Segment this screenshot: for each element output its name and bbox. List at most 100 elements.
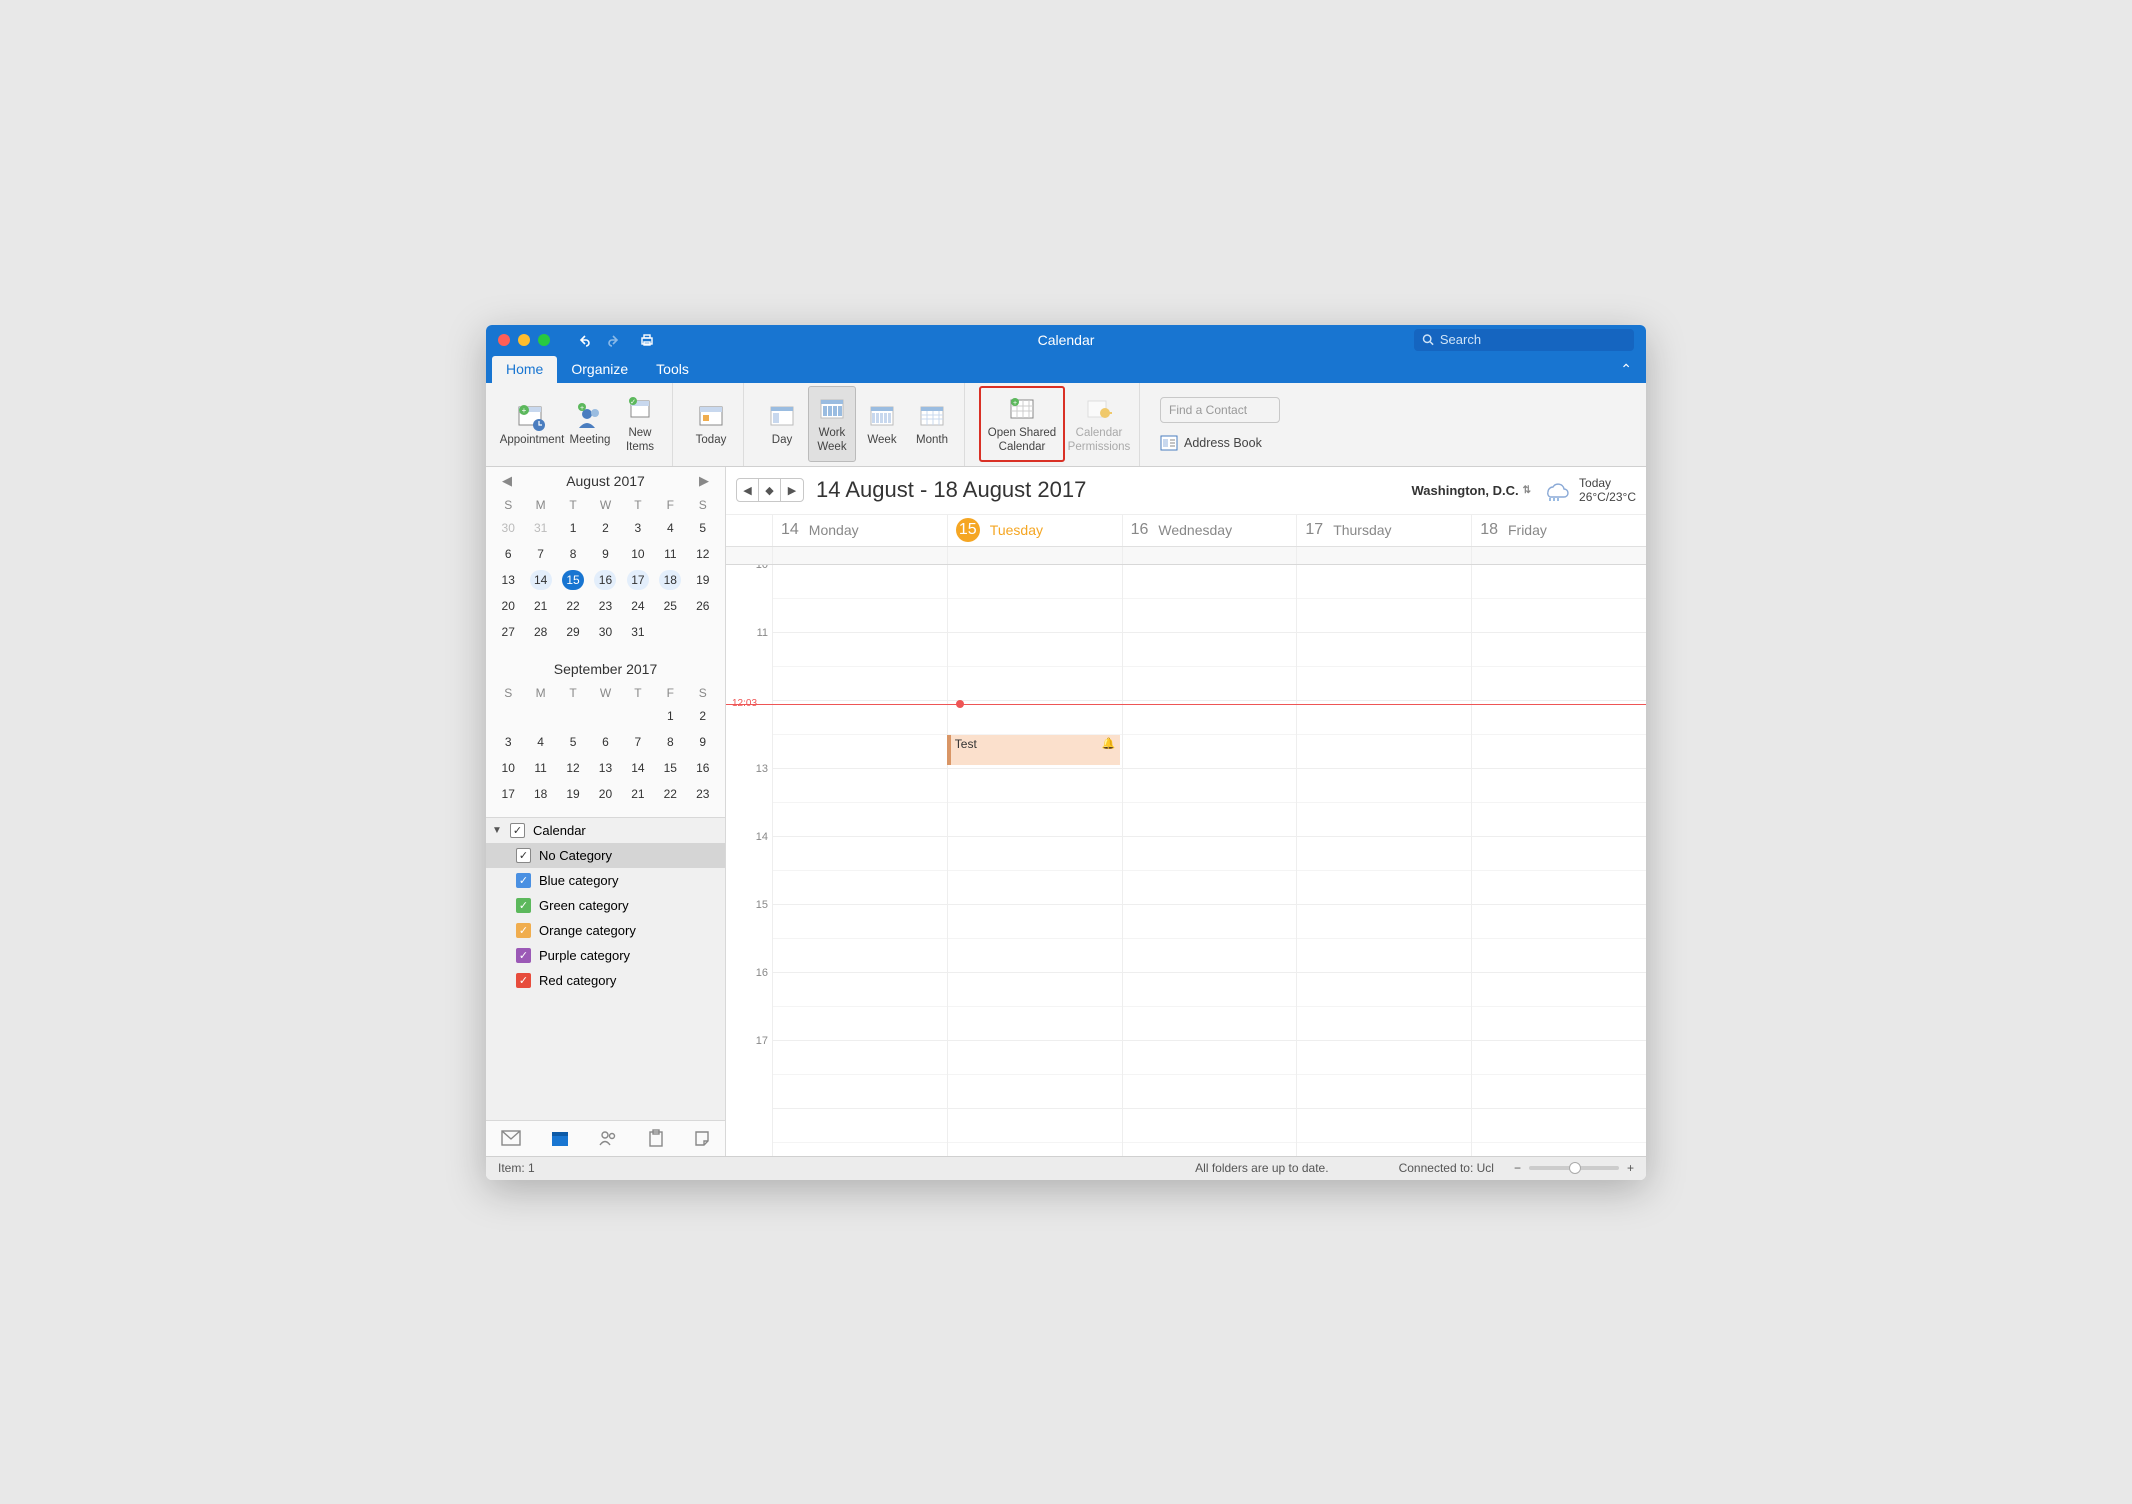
minical-day[interactable]: 20 bbox=[589, 781, 621, 807]
minical-day[interactable]: 23 bbox=[589, 593, 621, 619]
tab-organize[interactable]: Organize bbox=[557, 356, 642, 383]
calendar-list-root[interactable]: ▼ ✓ Calendar bbox=[486, 818, 725, 843]
weather-location[interactable]: Washington, D.C. ⇅ bbox=[1412, 483, 1532, 498]
minical-day[interactable] bbox=[589, 703, 621, 729]
time-cell[interactable] bbox=[1296, 1041, 1471, 1109]
time-cell[interactable] bbox=[1296, 1109, 1471, 1156]
minical-day[interactable]: 5 bbox=[557, 729, 589, 755]
minical-day[interactable]: 6 bbox=[492, 541, 524, 567]
minical-day[interactable]: 13 bbox=[589, 755, 621, 781]
time-cell[interactable] bbox=[1122, 701, 1297, 769]
minical-day[interactable]: 24 bbox=[622, 593, 654, 619]
category-row[interactable]: ✓Purple category bbox=[486, 943, 725, 968]
calendar-permissions-button[interactable]: Calendar Permissions bbox=[1067, 386, 1131, 462]
minical-day[interactable]: 2 bbox=[589, 515, 621, 541]
time-cell[interactable] bbox=[1471, 973, 1646, 1041]
minical-day[interactable]: 9 bbox=[589, 541, 621, 567]
minical-day[interactable]: 10 bbox=[492, 755, 524, 781]
category-row[interactable]: ✓Orange category bbox=[486, 918, 725, 943]
day-header[interactable]: 17Thursday bbox=[1296, 515, 1471, 546]
minical-day[interactable] bbox=[557, 703, 589, 729]
zoom-slider[interactable]: − + bbox=[1514, 1161, 1634, 1175]
minical-day[interactable]: 22 bbox=[654, 781, 686, 807]
time-cell[interactable] bbox=[1122, 837, 1297, 905]
minical-day[interactable]: 6 bbox=[589, 729, 621, 755]
minical-day[interactable]: 16 bbox=[589, 567, 621, 593]
time-cell[interactable] bbox=[772, 1041, 947, 1109]
time-cell[interactable] bbox=[947, 837, 1122, 905]
search-box[interactable] bbox=[1414, 329, 1634, 351]
time-cell[interactable] bbox=[947, 905, 1122, 973]
day-header[interactable]: 15Tuesday bbox=[947, 515, 1122, 546]
time-cell[interactable] bbox=[1471, 633, 1646, 701]
checkbox-icon[interactable]: ✓ bbox=[516, 948, 531, 963]
prev-month-button[interactable]: ◀ bbox=[502, 473, 512, 489]
minical-day[interactable]: 26 bbox=[687, 593, 719, 619]
time-cell[interactable] bbox=[1471, 701, 1646, 769]
minical-day[interactable]: 11 bbox=[524, 755, 556, 781]
time-cell[interactable] bbox=[772, 973, 947, 1041]
time-cell[interactable] bbox=[1122, 973, 1297, 1041]
time-cell[interactable] bbox=[947, 633, 1122, 701]
minical-day[interactable]: 8 bbox=[654, 729, 686, 755]
minical-day[interactable] bbox=[492, 703, 524, 729]
minical-day[interactable]: 18 bbox=[654, 567, 686, 593]
time-cell[interactable] bbox=[1122, 565, 1297, 633]
time-cell[interactable] bbox=[772, 633, 947, 701]
minical-day[interactable]: 13 bbox=[492, 567, 524, 593]
minical-day[interactable]: 18 bbox=[524, 781, 556, 807]
minical-day[interactable]: 14 bbox=[622, 755, 654, 781]
day-header[interactable]: 14Monday bbox=[772, 515, 947, 546]
category-row[interactable]: ✓No Category bbox=[486, 843, 725, 868]
minical-day[interactable]: 7 bbox=[622, 729, 654, 755]
close-window-button[interactable] bbox=[498, 334, 510, 346]
time-cell[interactable] bbox=[772, 837, 947, 905]
checkbox-icon[interactable]: ✓ bbox=[516, 973, 531, 988]
time-grid[interactable]: 1011131415161712:03Test🔔 bbox=[726, 565, 1646, 1156]
address-book-button[interactable]: Address Book bbox=[1160, 435, 1262, 451]
minical-day[interactable]: 3 bbox=[492, 729, 524, 755]
next-range-button[interactable]: ▶ bbox=[781, 479, 803, 501]
time-cell[interactable] bbox=[1296, 769, 1471, 837]
time-cell[interactable] bbox=[947, 769, 1122, 837]
minical-day[interactable]: 30 bbox=[589, 619, 621, 645]
time-cell[interactable] bbox=[1296, 701, 1471, 769]
undo-icon[interactable] bbox=[574, 331, 592, 349]
minical-day[interactable]: 14 bbox=[524, 567, 556, 593]
time-cell[interactable] bbox=[947, 1041, 1122, 1109]
time-cell[interactable] bbox=[1471, 769, 1646, 837]
collapse-ribbon-icon[interactable]: ⌃ bbox=[1620, 361, 1632, 378]
minical-day[interactable]: 10 bbox=[622, 541, 654, 567]
time-cell[interactable] bbox=[947, 1109, 1122, 1156]
minical-day[interactable]: 15 bbox=[557, 567, 589, 593]
checkbox-icon[interactable]: ✓ bbox=[516, 848, 531, 863]
day-view-button[interactable]: Day bbox=[758, 386, 806, 462]
zoom-out-button[interactable]: − bbox=[1514, 1161, 1521, 1175]
minical-day[interactable]: 1 bbox=[557, 515, 589, 541]
zoom-window-button[interactable] bbox=[538, 334, 550, 346]
checkbox-icon[interactable]: ✓ bbox=[510, 823, 525, 838]
minical-day[interactable]: 7 bbox=[524, 541, 556, 567]
time-cell[interactable] bbox=[947, 565, 1122, 633]
category-row[interactable]: ✓Green category bbox=[486, 893, 725, 918]
print-icon[interactable] bbox=[638, 331, 656, 349]
mail-module-icon[interactable] bbox=[501, 1130, 521, 1146]
work-week-view-button[interactable]: Work Week bbox=[808, 386, 856, 462]
tasks-module-icon[interactable] bbox=[648, 1129, 664, 1147]
notes-module-icon[interactable] bbox=[694, 1130, 710, 1146]
all-day-row[interactable] bbox=[726, 547, 1646, 565]
minical-day[interactable]: 19 bbox=[687, 567, 719, 593]
today-button[interactable]: Today bbox=[687, 386, 735, 462]
day-header[interactable]: 16Wednesday bbox=[1122, 515, 1297, 546]
tab-home[interactable]: Home bbox=[492, 356, 557, 383]
minical-day[interactable]: 17 bbox=[622, 567, 654, 593]
next-month-button[interactable]: ▶ bbox=[699, 473, 709, 489]
time-cell[interactable] bbox=[1471, 905, 1646, 973]
minical-day[interactable]: 19 bbox=[557, 781, 589, 807]
zoom-thumb[interactable] bbox=[1569, 1162, 1581, 1174]
people-module-icon[interactable] bbox=[598, 1129, 618, 1147]
minical-day[interactable]: 27 bbox=[492, 619, 524, 645]
today-range-button[interactable]: ◆ bbox=[759, 479, 781, 501]
category-row[interactable]: ✓Red category bbox=[486, 968, 725, 993]
tab-tools[interactable]: Tools bbox=[642, 356, 703, 383]
